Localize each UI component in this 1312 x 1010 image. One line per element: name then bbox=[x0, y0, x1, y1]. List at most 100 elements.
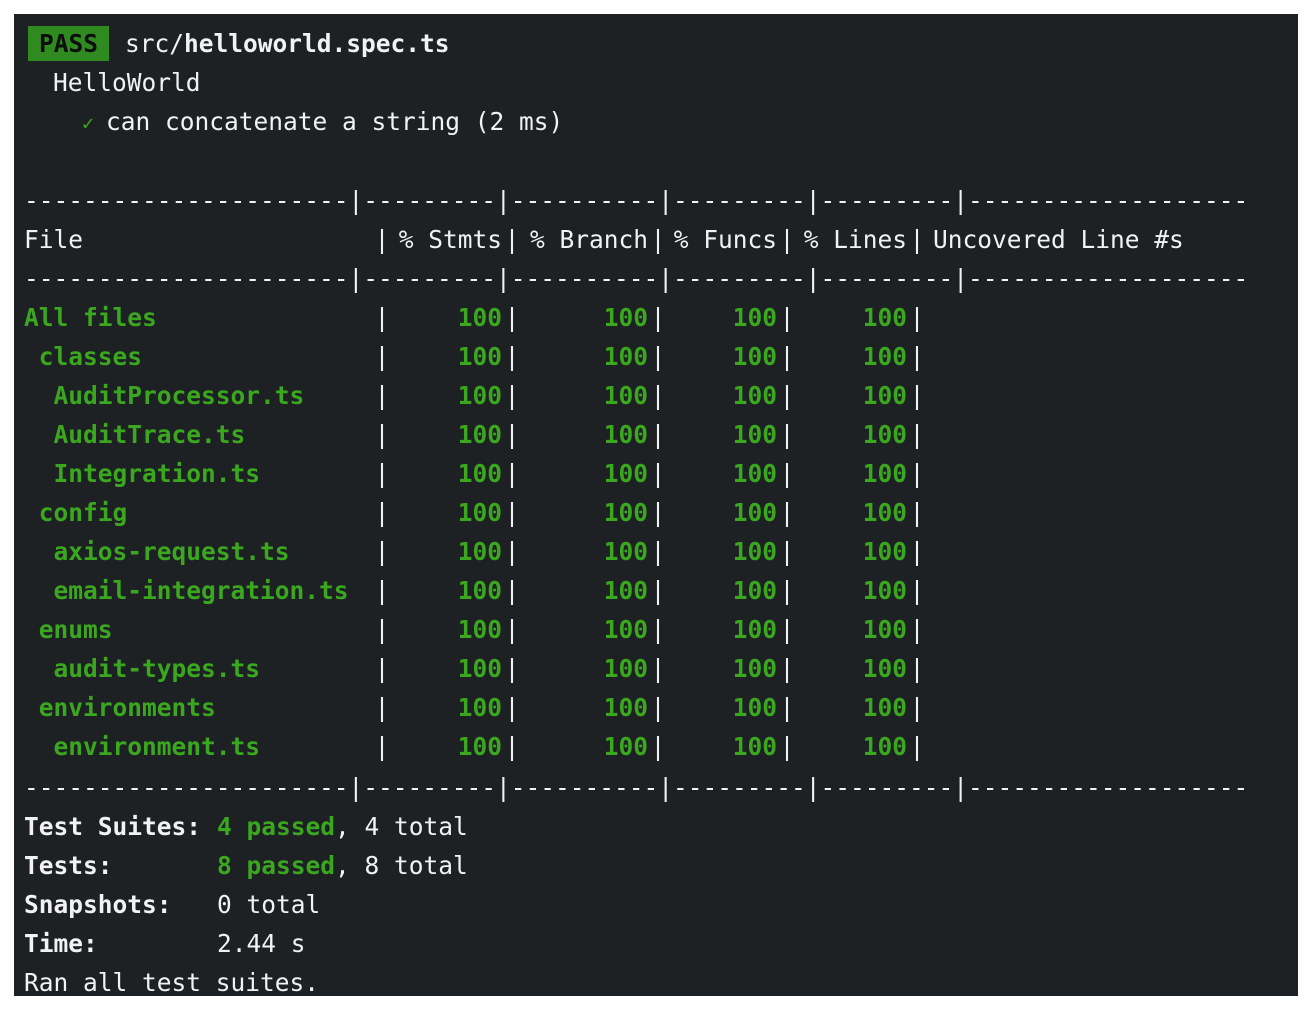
row-stmts: 100 bbox=[457, 459, 502, 488]
row-file: AuditProcessor.ts bbox=[24, 381, 305, 410]
row-funcs: 100 bbox=[732, 576, 777, 605]
table-row: AuditProcessor.ts | 100 | 100 | 100 | 100 | bbox=[24, 376, 1207, 415]
spec-path-prefix: src/ bbox=[125, 29, 185, 58]
row-lines: 100 bbox=[862, 615, 907, 644]
row-funcs: 100 bbox=[732, 732, 777, 761]
pass-badge: PASS bbox=[28, 26, 110, 61]
row-branch: 100 bbox=[603, 654, 648, 683]
row-lines: 100 bbox=[862, 420, 907, 449]
row-funcs: 100 bbox=[732, 342, 777, 371]
row-stmts: 100 bbox=[457, 576, 502, 605]
row-stmts: 100 bbox=[457, 303, 502, 332]
ran-all-message: Ran all test suites. bbox=[24, 968, 320, 996]
table-row: environments | 100 | 100 | 100 | 100 | bbox=[24, 688, 1207, 727]
row-lines: 100 bbox=[862, 498, 907, 527]
row-stmts: 100 bbox=[457, 498, 502, 527]
table-row: AuditTrace.ts | 100 | 100 | 100 | 100 | bbox=[24, 415, 1207, 454]
row-file: audit-types.ts bbox=[24, 654, 261, 683]
table-row: classes | 100 | 100 | 100 | 100 | bbox=[24, 337, 1207, 376]
spec-file-name: helloworld.spec.ts bbox=[184, 29, 450, 58]
row-branch: 100 bbox=[603, 381, 648, 410]
header-uncovered: Uncovered Line #s bbox=[933, 225, 1184, 254]
table-header-row: File |% Stmts |% Branch |% Funcs |% Lines | Un… bbox=[24, 220, 1213, 259]
header-file: File bbox=[24, 225, 84, 254]
row-funcs: 100 bbox=[732, 459, 777, 488]
tests-label: Tests: bbox=[24, 851, 113, 880]
row-file: classes bbox=[24, 342, 143, 371]
row-file: enums bbox=[24, 615, 113, 644]
table-row: email-integration.ts | 100 | 100 | 100 | 100 | bbox=[24, 571, 1207, 610]
tests-total: , 8 total bbox=[335, 851, 468, 880]
row-branch: 100 bbox=[603, 420, 648, 449]
check-icon: ✓ bbox=[82, 111, 95, 135]
row-lines: 100 bbox=[862, 693, 907, 722]
row-lines: 100 bbox=[862, 459, 907, 488]
row-stmts: 100 bbox=[457, 654, 502, 683]
row-branch: 100 bbox=[603, 693, 648, 722]
row-file: config bbox=[24, 498, 128, 527]
row-stmts: 100 bbox=[457, 615, 502, 644]
row-funcs: 100 bbox=[732, 537, 777, 566]
row-lines: 100 bbox=[862, 537, 907, 566]
snapshots-label: Snapshots: bbox=[24, 890, 172, 919]
row-funcs: 100 bbox=[732, 615, 777, 644]
snapshots-value: 0 total bbox=[217, 890, 321, 919]
table-row: config | 100 | 100 | 100 | 100 | bbox=[24, 493, 1207, 532]
suites-total: , 4 total bbox=[335, 812, 468, 841]
row-lines: 100 bbox=[862, 576, 907, 605]
row-stmts: 100 bbox=[457, 693, 502, 722]
test-result-line: ✓ can concatenate a string (2 ms) bbox=[82, 102, 563, 141]
row-file: All files bbox=[24, 303, 157, 332]
table-row: environment.ts | 100 | 100 | 100 | 100 | bbox=[24, 727, 1207, 766]
tests-passed: 8 passed bbox=[217, 851, 336, 880]
row-stmts: 100 bbox=[457, 342, 502, 371]
row-file: Integration.ts bbox=[24, 459, 261, 488]
test-name: can concatenate a string (2 ms) bbox=[106, 107, 564, 136]
row-funcs: 100 bbox=[732, 498, 777, 527]
header-branch: % Branch bbox=[529, 225, 648, 254]
time-value: 2.44 s bbox=[217, 929, 306, 958]
table-divider-top: ----------------------|---------|-------… bbox=[24, 186, 1249, 215]
time-label: Time: bbox=[24, 929, 98, 958]
header-funcs: % Funcs bbox=[673, 225, 777, 254]
row-file: email-integration.ts bbox=[24, 576, 349, 605]
row-funcs: 100 bbox=[732, 420, 777, 449]
row-lines: 100 bbox=[862, 654, 907, 683]
summary-suites-line: Test Suites: 4 passed, 4 total bbox=[24, 807, 468, 846]
row-branch: 100 bbox=[603, 576, 648, 605]
test-file-line: PASS src/helloworld.spec.ts bbox=[14, 24, 450, 63]
row-branch: 100 bbox=[603, 537, 648, 566]
row-branch: 100 bbox=[603, 732, 648, 761]
row-stmts: 100 bbox=[457, 420, 502, 449]
header-stmts: % Stmts bbox=[398, 225, 502, 254]
row-branch: 100 bbox=[603, 498, 648, 527]
summary-snapshots-line: Snapshots: 0 total bbox=[24, 885, 320, 924]
row-branch: 100 bbox=[603, 615, 648, 644]
table-row: audit-types.ts | 100 | 100 | 100 | 100 | bbox=[24, 649, 1207, 688]
summary-time-line: Time: 2.44 s bbox=[24, 924, 306, 963]
table-row: enums | 100 | 100 | 100 | 100 | bbox=[24, 610, 1207, 649]
row-stmts: 100 bbox=[457, 537, 502, 566]
table-row: Integration.ts | 100 | 100 | 100 | 100 | bbox=[24, 454, 1207, 493]
terminal-window[interactable]: PASS src/helloworld.spec.ts HelloWorld ✓ c… bbox=[14, 14, 1298, 996]
row-lines: 100 bbox=[862, 732, 907, 761]
summary-tests-line: Tests: 8 passed, 8 total bbox=[24, 846, 468, 885]
row-file: AuditTrace.ts bbox=[24, 420, 246, 449]
row-funcs: 100 bbox=[732, 303, 777, 332]
row-lines: 100 bbox=[862, 303, 907, 332]
row-funcs: 100 bbox=[732, 654, 777, 683]
row-lines: 100 bbox=[862, 342, 907, 371]
row-branch: 100 bbox=[603, 303, 648, 332]
row-file: axios-request.ts bbox=[24, 537, 290, 566]
row-branch: 100 bbox=[603, 342, 648, 371]
row-lines: 100 bbox=[862, 381, 907, 410]
row-file: environments bbox=[24, 693, 216, 722]
row-stmts: 100 bbox=[457, 732, 502, 761]
table-row: All files | 100 | 100 | 100 | 100 | bbox=[24, 298, 1207, 337]
table-divider-bottom: ----------------------|---------|-------… bbox=[24, 773, 1249, 802]
row-funcs: 100 bbox=[732, 693, 777, 722]
row-stmts: 100 bbox=[457, 381, 502, 410]
table-row: axios-request.ts | 100 | 100 | 100 | 100 | bbox=[24, 532, 1207, 571]
row-funcs: 100 bbox=[732, 381, 777, 410]
suites-passed: 4 passed bbox=[217, 812, 336, 841]
